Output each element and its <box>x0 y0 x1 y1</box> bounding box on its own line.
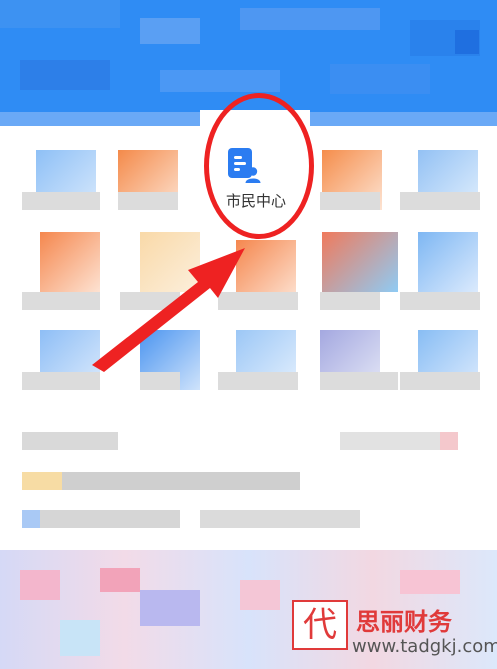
app-icon[interactable] <box>418 232 478 292</box>
watermark-logo: 代 <box>292 600 348 650</box>
app-label <box>400 192 480 210</box>
text-row <box>62 472 300 490</box>
text-row <box>22 472 62 490</box>
app-label <box>400 372 480 390</box>
app-label <box>118 192 178 210</box>
text-row <box>22 510 40 528</box>
app-label <box>22 192 100 210</box>
text-row <box>40 510 180 528</box>
watermark-url: www.tadgkj.com <box>352 636 497 657</box>
app-icon[interactable] <box>322 232 398 292</box>
text-row <box>340 432 440 450</box>
app-label <box>320 292 380 310</box>
watermark-logo-glyph: 代 <box>303 605 337 645</box>
app-label <box>400 292 480 310</box>
text-row <box>440 432 458 450</box>
annotation-arrow-icon <box>92 248 245 372</box>
app-label <box>320 372 398 390</box>
annotation-highlight-ring <box>204 93 314 239</box>
watermark-name: 思丽财务 <box>356 608 452 636</box>
text-row <box>22 432 118 450</box>
app-label <box>320 192 380 210</box>
text-row <box>200 510 360 528</box>
